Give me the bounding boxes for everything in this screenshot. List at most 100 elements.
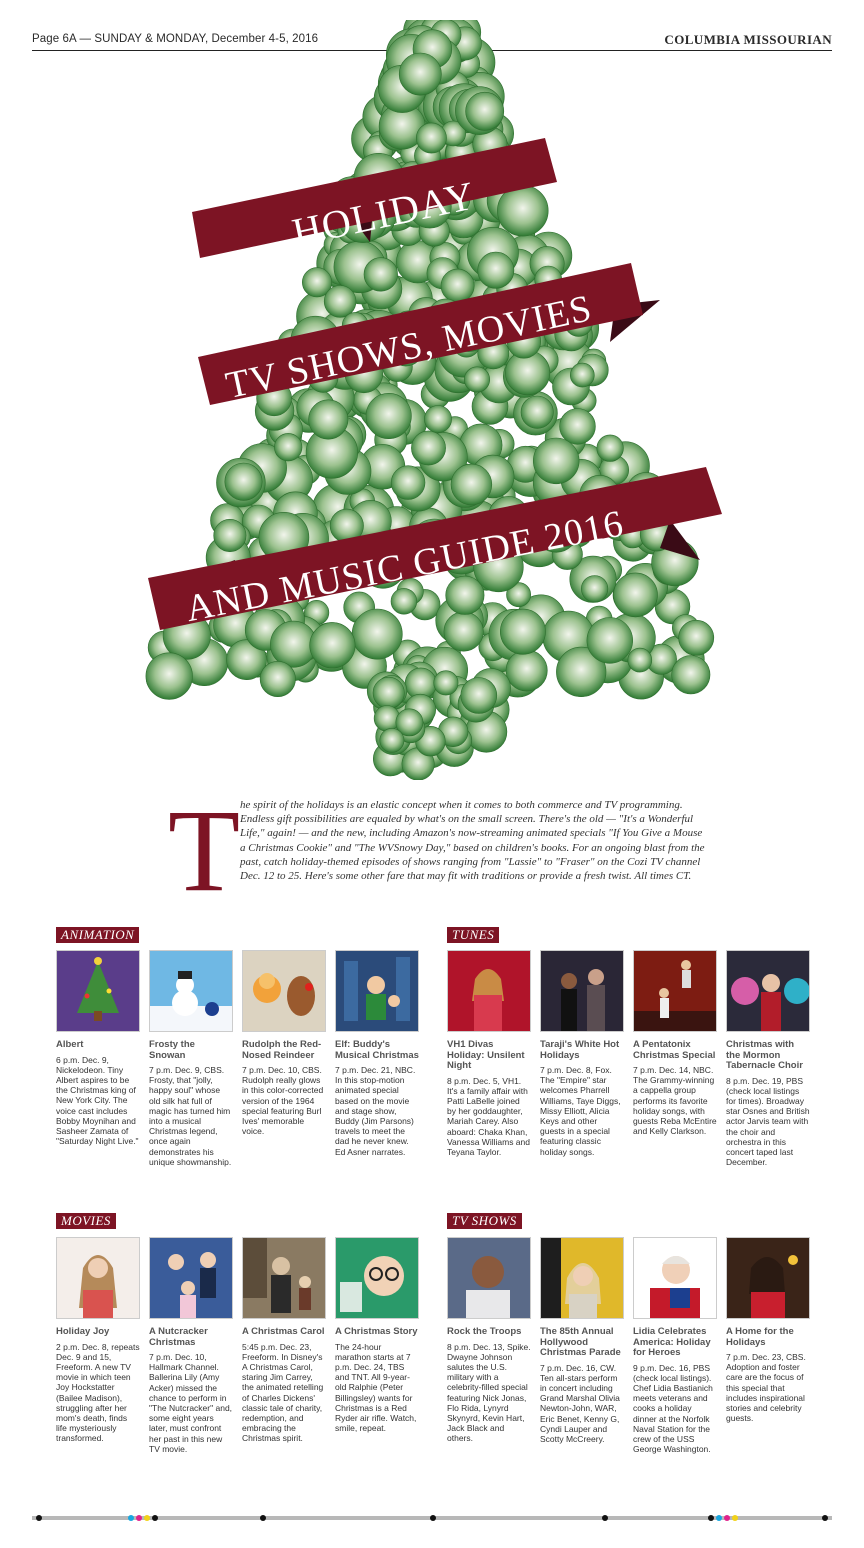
popcorn-kernel xyxy=(351,608,403,660)
listing-body: 8 p.m. Dec. 13, Spike. Dwayne Johnson sa… xyxy=(447,1341,531,1444)
listing-card-christmas-story: A Christmas Story The 24-hour marathon s… xyxy=(335,1237,419,1433)
section-label-animation: ANIMATION xyxy=(56,927,140,943)
popcorn-kernel xyxy=(379,728,405,753)
popcorn-kernel xyxy=(499,608,546,655)
popcorn-kernel xyxy=(559,408,596,445)
listing-title: A Pentatonix Christmas Special xyxy=(633,1039,716,1061)
section-label-movies: MOVIES xyxy=(56,1213,116,1229)
frosty-image xyxy=(149,950,233,1032)
popcorn-kernel xyxy=(259,660,296,697)
registration-dot xyxy=(716,1515,722,1521)
listing-title: Albert xyxy=(56,1039,84,1050)
listing-card-holiday-joy: Holiday Joy 2 p.m. Dec. 8, repeats Dec. … xyxy=(56,1237,140,1444)
listing-title: A Nutcracker Christmas xyxy=(149,1326,208,1348)
listing-body: 7 p.m. Dec. 23, CBS. Adoption and foster… xyxy=(726,1352,806,1424)
elf-image xyxy=(335,950,419,1032)
popcorn-kernel xyxy=(586,617,633,664)
popcorn-kernel xyxy=(424,405,452,434)
listing-body: 5:45 p.m. Dec. 23, Freeform. In Disney's… xyxy=(242,1341,324,1444)
popcorn-kernel xyxy=(596,434,624,462)
registration-dot xyxy=(136,1515,142,1521)
popcorn-kernel xyxy=(450,463,493,506)
registration-dot xyxy=(128,1515,134,1521)
popcorn-kernel xyxy=(411,430,446,466)
printer-registration-strip xyxy=(32,1514,832,1522)
registration-dot xyxy=(708,1515,714,1521)
popcorn-kernel xyxy=(372,676,405,709)
popcorn-kernel xyxy=(363,257,398,292)
registration-dot xyxy=(430,1515,436,1521)
listing-body: 7 p.m. Dec. 10, Hallmark Channel. Baller… xyxy=(149,1352,233,1454)
listing-title: Lidia Celebrates America: Holiday for He… xyxy=(633,1326,711,1358)
parade-image xyxy=(540,1237,624,1319)
popcorn-kernel xyxy=(463,366,490,393)
listing-card-albert: Albert 6 p.m. Dec. 9, Nickelodeon. Tiny … xyxy=(56,950,140,1146)
registration-dot xyxy=(724,1515,730,1521)
intro-section: T he spirit of the holidays is an elasti… xyxy=(168,792,708,910)
popcorn-kernel xyxy=(415,122,447,154)
listing-card-lidia: Lidia Celebrates America: Holiday for He… xyxy=(633,1237,717,1454)
popcorn-kernel xyxy=(505,649,548,692)
listing-title: A Christmas Carol xyxy=(242,1326,325,1337)
listing-card-rudolph: Rudolph the Red-Nosed Reindeer 7 p.m. De… xyxy=(242,950,326,1136)
listing-title: The 85th Annual Hollywood Christmas Para… xyxy=(540,1326,621,1358)
rudolph-image xyxy=(242,950,326,1032)
listing-card-parade: The 85th Annual Hollywood Christmas Para… xyxy=(540,1237,624,1444)
popcorn-kernel xyxy=(274,433,303,462)
listing-title: VH1 Divas Holiday: Unsilent Night xyxy=(447,1039,525,1071)
listing-title: Rudolph the Red-Nosed Reindeer xyxy=(242,1039,322,1061)
listing-card-elf: Elf: Buddy's Musical Christmas 7 p.m. De… xyxy=(335,950,419,1157)
christmas-carol-image xyxy=(242,1237,326,1319)
popcorn-kernel xyxy=(678,619,715,656)
popcorn-kernel xyxy=(627,647,653,673)
listing-body: 7 p.m. Dec. 16, CW. Ten all-stars perfor… xyxy=(540,1362,620,1444)
popcorn-kernel xyxy=(443,611,484,652)
registration-dot xyxy=(144,1515,150,1521)
listing-title: Rock the Troops xyxy=(447,1326,522,1337)
hero-illustration: HOLIDAY TV SHOWS, MOVIES AND MUSIC GUIDE… xyxy=(140,20,740,780)
listing-title: Frosty the Snowan xyxy=(149,1039,195,1061)
listing-body: The 24-hour marathon starts at 7 p.m. De… xyxy=(335,1341,417,1434)
home-holidays-image xyxy=(726,1237,810,1319)
popcorn-kernel xyxy=(213,518,247,552)
listing-body: 7 p.m. Dec. 14, NBC. The Grammy-winning … xyxy=(633,1065,717,1137)
christmas-story-image xyxy=(335,1237,419,1319)
popcorn-kernel xyxy=(365,392,412,439)
listing-title: Taraji's White Hot Holidays xyxy=(540,1039,620,1061)
listing-card-rock-troops: Rock the Troops 8 p.m. Dec. 13, Spike. D… xyxy=(447,1237,531,1444)
listing-card-christmas-carol: A Christmas Carol 5:45 p.m. Dec. 23, Fre… xyxy=(242,1237,326,1444)
popcorn-kernel xyxy=(581,575,609,603)
popcorn-kernel xyxy=(460,677,498,714)
listing-title: A Christmas Story xyxy=(335,1326,418,1337)
popcorn-kernel xyxy=(520,395,554,429)
divas-image xyxy=(447,950,531,1032)
popcorn-kernel xyxy=(309,622,356,669)
popcorn-kernel xyxy=(465,91,505,131)
popcorn-kernel xyxy=(569,362,595,388)
registration-dot xyxy=(602,1515,608,1521)
popcorn-kernel xyxy=(671,655,711,695)
rock-troops-image xyxy=(447,1237,531,1319)
popcorn-kernel xyxy=(433,670,459,696)
listing-body: 8 p.m. Dec. 19, PBS (check local listing… xyxy=(726,1075,810,1168)
taraji-image xyxy=(540,950,624,1032)
listing-card-nutcracker: A Nutcracker Christmas 7 p.m. Dec. 10, H… xyxy=(149,1237,233,1454)
listing-card-frosty: Frosty the Snowan 7 p.m. Dec. 9, CBS. Fr… xyxy=(149,950,233,1167)
listing-card-taraji: Taraji's White Hot Holidays 7 p.m. Dec. … xyxy=(540,950,624,1157)
pentatonix-image xyxy=(633,950,717,1032)
popcorn-kernel xyxy=(440,268,475,303)
listing-card-choir: Christmas with the Mormon Tabernacle Cho… xyxy=(726,950,810,1167)
lidia-image xyxy=(633,1237,717,1319)
popcorn-kernel xyxy=(323,285,357,318)
registration-dot xyxy=(822,1515,828,1521)
listing-body: 7 p.m. Dec. 8, Fox. The "Empire" star we… xyxy=(540,1065,621,1157)
listing-body: 6 p.m. Dec. 9, Nickelodeon. Tiny Albert … xyxy=(56,1054,139,1147)
popcorn-kernel xyxy=(308,399,349,440)
listing-card-pentatonix: A Pentatonix Christmas Special 7 p.m. De… xyxy=(633,950,717,1136)
listing-body: 7 p.m. Dec. 9, CBS. Frosty, that "jolly,… xyxy=(149,1065,232,1167)
listing-title: Elf: Buddy's Musical Christmas xyxy=(335,1039,419,1061)
intro-paragraph: he spirit of the holidays is an elastic … xyxy=(240,799,705,883)
listing-title: Christmas with the Mormon Tabernacle Cho… xyxy=(726,1039,803,1071)
listing-body: 8 p.m. Dec. 5, VH1. It's a family affair… xyxy=(447,1075,530,1157)
listing-card-divas: VH1 Divas Holiday: Unsilent Night 8 p.m.… xyxy=(447,950,531,1157)
